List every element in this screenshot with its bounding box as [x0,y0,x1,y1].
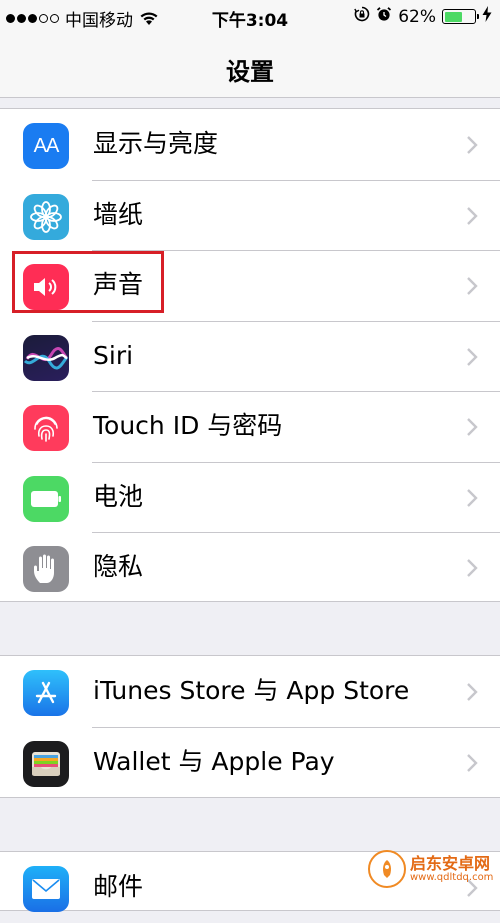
carrier-name: 中国移动 [65,11,133,31]
charging-bolt-icon [482,6,492,27]
wallpaper-flower-icon [23,193,69,240]
app-store-icon [23,670,69,716]
row-label: 墙纸 [93,199,144,229]
chevron-right-icon [467,347,478,366]
battery-percent: 62% [398,6,436,27]
mail-icon [23,866,69,912]
row-label: Wallet 与 Apple Pay [93,746,335,776]
settings-row-itunes-app-store[interactable]: iTunes Store 与 App Store [0,656,500,727]
fingerprint-icon [23,405,69,451]
battery-icon [23,475,69,522]
settings-row-wallpaper[interactable]: 墙纸 [0,179,500,251]
chevron-right-icon [467,136,478,154]
settings-row-siri[interactable]: Siri [0,320,500,392]
chevron-right-icon [467,206,478,225]
row-label: Touch ID 与密码 [93,411,283,440]
wallet-icon [23,740,69,787]
chevron-right-icon [467,488,478,507]
settings-row-touch-id-passcode[interactable]: Touch ID 与密码 [0,391,500,462]
site-watermark: 启东安卓网 www.qdltdq.com [368,850,493,888]
cellular-signal-icon [6,14,59,23]
orientation-lock-icon [354,6,370,27]
settings-group-general: AA 显示与亮度 墙纸 声音 Siri Touch ID 与密码 电池 隐私 [0,108,500,602]
wifi-icon [139,11,159,26]
settings-group-store: iTunes Store 与 App Store Wallet 与 Apple … [0,655,500,798]
chevron-right-icon [467,277,478,295]
display-brightness-icon: AA [23,123,69,169]
status-bar: 中国移动 下午3:04 62% [0,0,500,34]
row-label: 显示与亮度 [93,129,219,158]
settings-row-display-brightness[interactable]: AA 显示与亮度 [0,109,500,180]
watermark-url: www.qdltdq.com [410,872,494,884]
chevron-right-icon [467,418,478,436]
watermark-logo-icon [368,850,406,888]
chevron-right-icon [467,753,478,772]
row-label: 邮件 [93,872,144,901]
settings-row-wallet-apple-pay[interactable]: Wallet 与 Apple Pay [0,726,500,798]
settings-row-privacy[interactable]: 隐私 [0,532,500,603]
chevron-right-icon [467,683,478,701]
highlight-frame [12,251,164,313]
row-label: 隐私 [93,552,144,581]
navigation-bar: 设置 [0,34,500,98]
row-label: 电池 [93,481,144,511]
watermark-name: 启东安卓网 [410,853,491,873]
row-label: iTunes Store 与 App Store [93,676,410,705]
row-label: Siri [93,340,134,370]
battery-level-icon [442,9,479,24]
settings-row-battery[interactable]: 电池 [0,461,500,533]
alarm-icon [376,6,392,27]
hand-icon [23,546,69,592]
chevron-right-icon [467,559,478,577]
page-title: 设置 [226,58,274,86]
siri-icon [23,334,69,381]
